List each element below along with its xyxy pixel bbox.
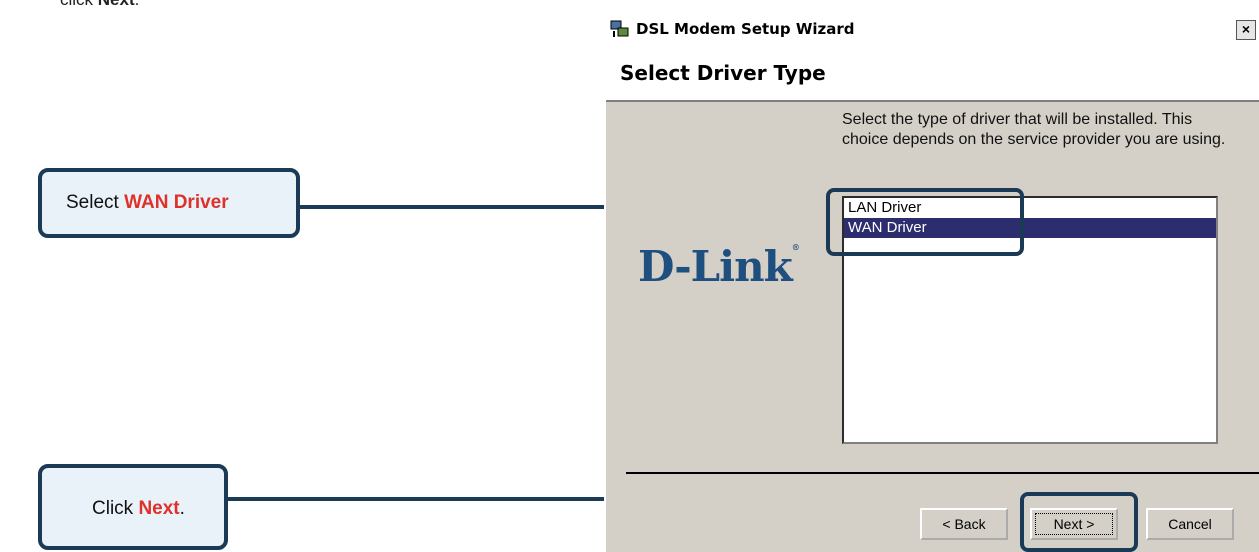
instruction-bold: Next [98, 0, 135, 9]
d-link-logo: D-Link® [638, 242, 800, 291]
callout-select-highlight: WAN Driver [124, 192, 229, 213]
setup-wizard-window: DSL Modem Setup Wizard × Select Driver T… [604, 12, 1259, 552]
logo-mark: ® [791, 242, 800, 252]
callout-click-highlight: Next [138, 498, 180, 519]
instruction-text: click Next. [60, 0, 139, 10]
window-title: DSL Modem Setup Wizard [636, 20, 855, 38]
callout-select-wan: Select WAN Driver [38, 168, 300, 238]
button-separator [626, 472, 1259, 474]
callout-click-prefix: Click [92, 498, 134, 519]
callout-select-prefix: Select [66, 192, 119, 213]
instruction-suffix: . [135, 0, 140, 9]
page-title: Select Driver Type [620, 61, 826, 85]
close-button[interactable]: × [1236, 20, 1256, 40]
title-bar: DSL Modem Setup Wizard × [606, 12, 1259, 46]
description-text: Select the type of driver that will be i… [842, 111, 1226, 148]
highlight-box-next [1020, 492, 1138, 552]
logo-text: D-Link [638, 242, 793, 291]
highlight-box-driver [826, 188, 1024, 256]
callout-click-suffix: . [179, 498, 185, 519]
instruction-prefix: click [60, 0, 98, 9]
network-setup-icon [610, 20, 629, 37]
wizard-body: D-Link® Select the type of driver that w… [606, 102, 1259, 552]
cancel-button[interactable]: Cancel [1146, 508, 1234, 540]
back-button[interactable]: < Back [920, 508, 1008, 540]
callout-click-next: Click Next. [38, 464, 228, 550]
wizard-header: Select Driver Type [606, 46, 1259, 102]
